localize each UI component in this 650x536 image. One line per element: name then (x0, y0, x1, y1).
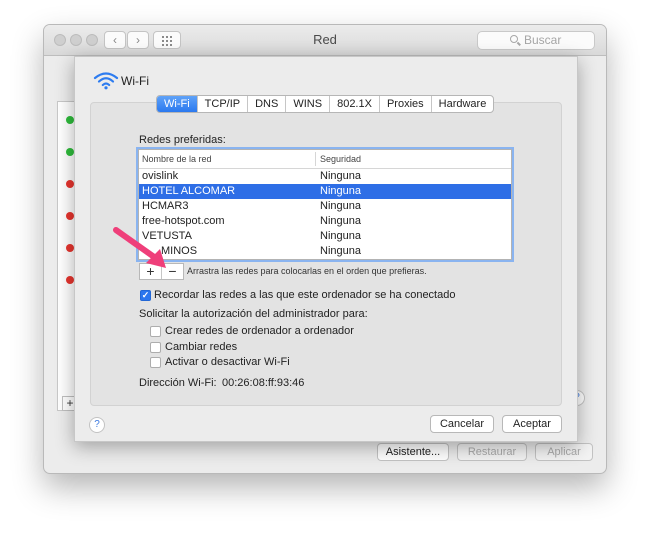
annotation-arrow-icon (113, 227, 166, 268)
